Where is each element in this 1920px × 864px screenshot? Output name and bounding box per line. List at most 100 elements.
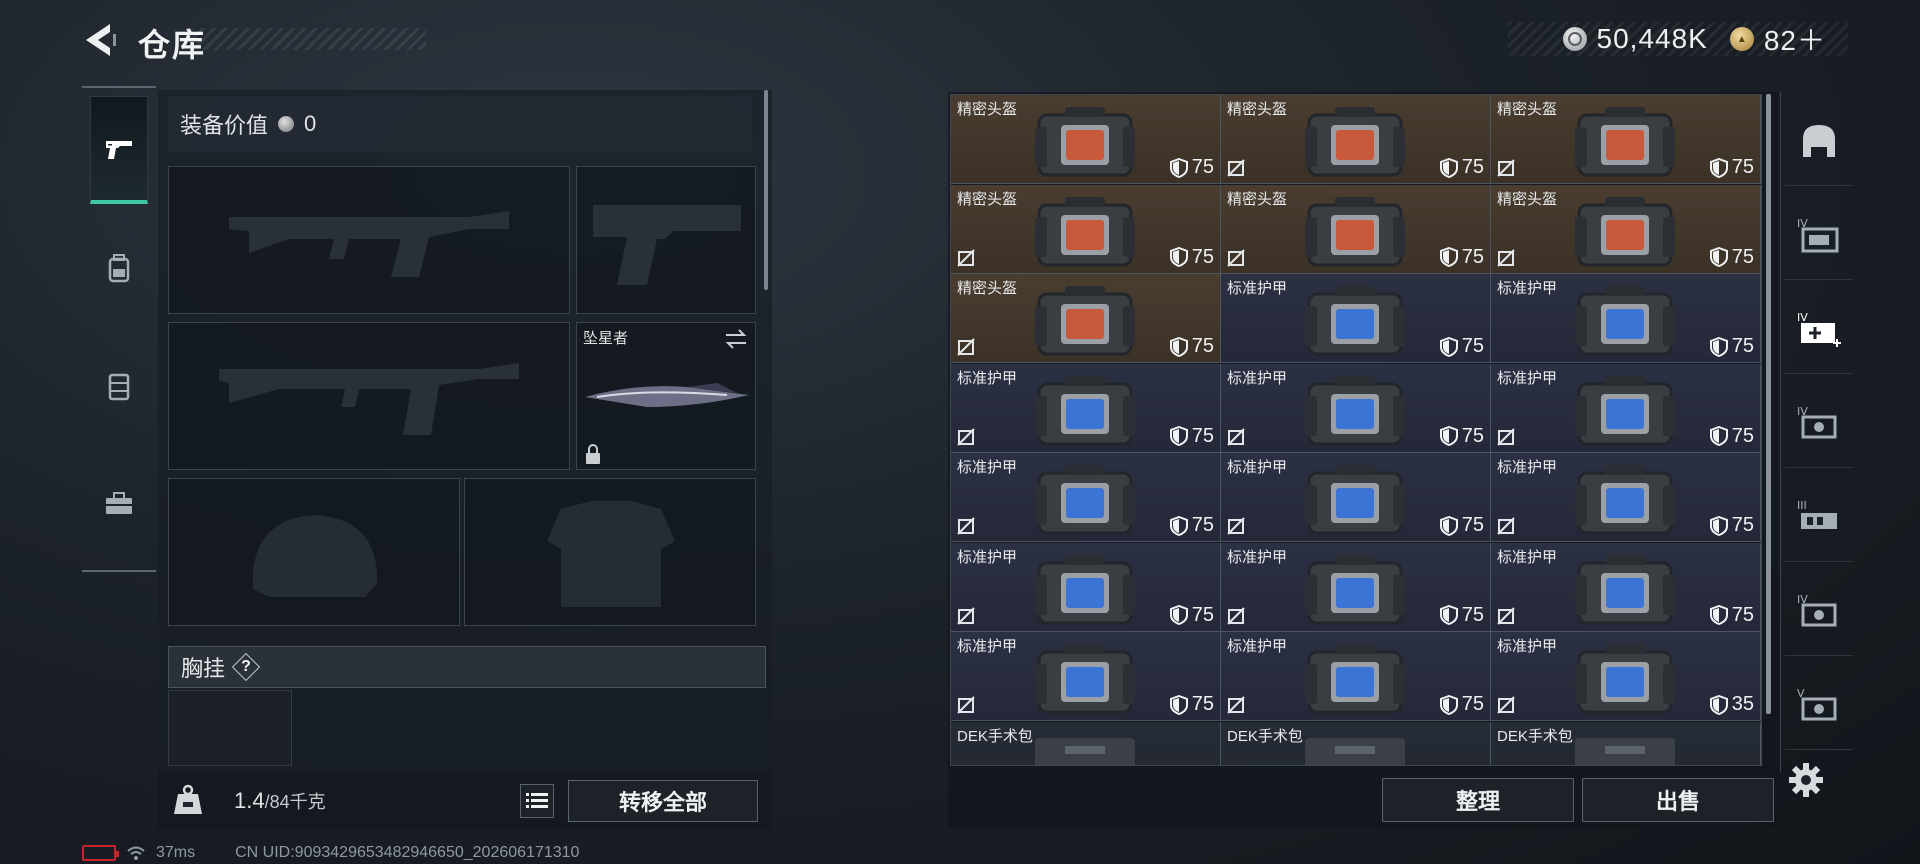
stash-item-helmet[interactable]: 精密头盔 75	[1491, 95, 1761, 184]
filter-iv-armor-2[interactable]: IV	[1785, 566, 1853, 656]
stash-item-helmet[interactable]: 精密头盔 75	[1221, 95, 1491, 184]
list-view-button[interactable]	[520, 784, 554, 818]
durability: 75	[1709, 335, 1754, 358]
helmet-slot[interactable]	[168, 478, 460, 626]
not-insured-icon	[1227, 696, 1245, 714]
durability-value: 75	[1191, 156, 1214, 178]
stash-item-medkit[interactable]: DEK手术包	[1221, 721, 1491, 765]
stash-footer: 整理 出售	[948, 772, 1778, 828]
armor-case-icon	[1575, 554, 1675, 624]
back-button[interactable]	[82, 20, 118, 60]
stash-item-armor[interactable]: 标准护甲 75	[1221, 453, 1491, 542]
stash-item-name: 标准护甲	[957, 638, 1018, 655]
not-insured-icon	[1497, 159, 1515, 177]
durability-value: 75	[1191, 603, 1214, 626]
sell-button[interactable]: 出售	[1582, 778, 1774, 822]
shield-icon	[1709, 336, 1728, 357]
iii-rig-icon: III	[1797, 499, 1837, 529]
helmet-case-icon	[1305, 107, 1405, 177]
pistol-icon	[106, 140, 132, 159]
primary-weapon-slot[interactable]	[168, 166, 570, 314]
secondary-weapon-slot[interactable]	[168, 322, 570, 470]
transfer-all-button[interactable]: 转移全部	[568, 780, 758, 822]
tab-vest[interactable]	[90, 332, 148, 440]
stash-item-armor[interactable]: 标准护甲 75	[1221, 542, 1491, 632]
durability-value: 75	[1461, 245, 1484, 268]
stash-item-name: 标准护甲	[1227, 459, 1288, 476]
pistol-silhouette-icon	[593, 205, 741, 285]
chest-rig-header: 胸挂 ?	[168, 646, 766, 688]
durability-value: 75	[1461, 424, 1484, 447]
stash-item-armor[interactable]: 标准护甲 75	[1221, 363, 1491, 453]
stash-item-name: 标准护甲	[957, 548, 1018, 566]
not-insured-icon	[957, 517, 975, 535]
stash-item-armor[interactable]: 标准护甲 75	[951, 363, 1221, 453]
weight-current: 1.4	[234, 788, 265, 813]
tab-toolbox[interactable]	[90, 450, 148, 558]
armor-case-icon	[1035, 465, 1135, 535]
stash-item-armor[interactable]: 标准护甲 75	[1491, 363, 1761, 453]
stash-item-name: 精密头盔	[1227, 190, 1288, 208]
tab-backpack[interactable]	[90, 214, 148, 322]
stash-item-helmet[interactable]: 精密头盔 75	[951, 274, 1221, 363]
stash-item-name: DEK手术包	[1497, 727, 1573, 745]
tab-weapons[interactable]	[90, 96, 148, 204]
durability-value: 75	[1191, 245, 1214, 268]
shield-icon	[1709, 605, 1728, 625]
melee-slot[interactable]: 坠星者	[576, 322, 756, 470]
stash-item-armor[interactable]: 标准护甲 75	[1491, 274, 1761, 363]
loadout-scrollbar[interactable]	[764, 90, 768, 290]
filter-helmet[interactable]	[1785, 96, 1853, 186]
filter-iii-rig[interactable]: III	[1785, 472, 1853, 562]
not-insured-icon	[957, 338, 975, 356]
stash-item-armor[interactable]: 标准护甲 75	[951, 632, 1221, 721]
not-insured-icon	[1227, 517, 1245, 535]
armor-case-icon	[1305, 644, 1405, 714]
pistol-slot[interactable]	[576, 166, 756, 314]
weight-icon	[174, 784, 202, 814]
stash-item-helmet[interactable]: 精密头盔 75	[951, 184, 1221, 274]
stash-item-armor[interactable]: 标准护甲 75	[951, 542, 1221, 632]
durability: 75	[1439, 604, 1484, 627]
help-icon[interactable]: ?	[233, 654, 259, 680]
v-armor-icon: V	[1797, 687, 1837, 720]
shield-icon	[1439, 336, 1458, 357]
rifle-silhouette-icon	[229, 211, 509, 277]
sort-button[interactable]: 整理	[1382, 778, 1574, 822]
vest-icon	[108, 373, 130, 401]
not-insured-icon	[1497, 517, 1515, 535]
stash-item-helmet[interactable]: 精密头盔 75	[1221, 184, 1491, 274]
stash-item-name: 标准护甲	[1497, 280, 1558, 297]
gold-coin-icon	[1729, 27, 1754, 51]
durability: 75	[1439, 514, 1484, 537]
helmet-case-icon	[1035, 286, 1135, 356]
filter-iv-armor[interactable]: IV	[1785, 378, 1853, 468]
stash-item-helmet[interactable]: 精密头盔 75	[1491, 184, 1761, 274]
stash-item-medkit[interactable]: DEK手术包	[951, 721, 1221, 765]
durability-value: 75	[1731, 603, 1754, 626]
durability: 75	[1439, 245, 1484, 269]
stash-item-armor[interactable]: 标准护甲 75	[1491, 453, 1761, 542]
armor-case-icon	[1305, 375, 1405, 445]
stash-item-armor[interactable]: 标准护甲 75	[951, 453, 1221, 542]
stash-item-armor[interactable]: 标准护甲 75	[1221, 632, 1491, 721]
chest-rig-slot[interactable]	[168, 690, 292, 766]
stash-item-armor[interactable]: 标准护甲 75	[1491, 542, 1761, 632]
filter-iv-case[interactable]: IV	[1785, 190, 1853, 280]
stash-item-helmet[interactable]: 精密头盔 75	[951, 95, 1221, 184]
filter-iv-medkit[interactable]: IV	[1785, 284, 1853, 374]
durability: 75	[1709, 425, 1754, 448]
lock-icon	[586, 444, 600, 464]
gold-amount[interactable]: 82＋	[1764, 19, 1826, 59]
filter-v-armor[interactable]: V	[1785, 660, 1853, 750]
iv-armor-2-icon: IV	[1797, 593, 1837, 626]
stash-item-armor[interactable]: 标准护甲 75	[1221, 274, 1491, 363]
stash-item-armor[interactable]: 标准护甲 35	[1491, 632, 1761, 721]
durability-value: 75	[1731, 514, 1754, 536]
ping-text: 37ms	[156, 844, 196, 861]
stash-item-medkit[interactable]: DEK手术包	[1491, 721, 1761, 765]
shield-icon	[1709, 694, 1728, 715]
stash-scrollbar[interactable]	[1766, 94, 1771, 714]
armor-slot[interactable]	[464, 478, 756, 626]
settings-gear-icon[interactable]	[1786, 760, 1826, 800]
